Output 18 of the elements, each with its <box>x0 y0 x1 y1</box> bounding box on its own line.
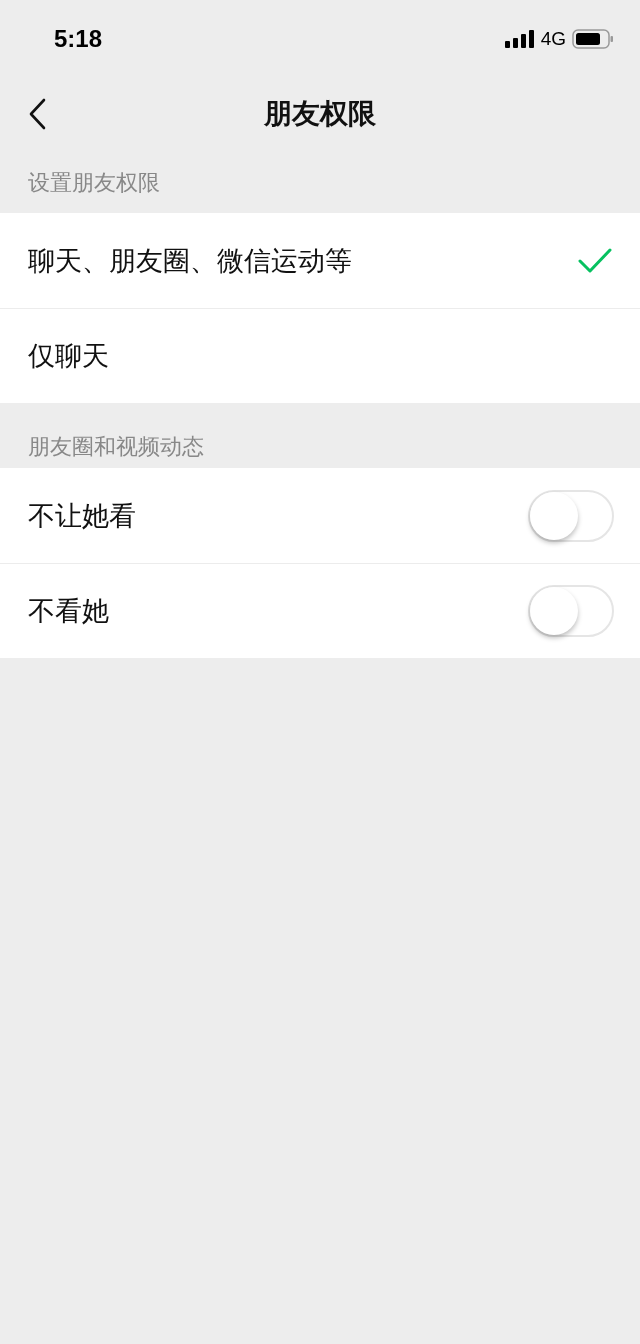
list-item[interactable]: 不看她 <box>0 563 640 658</box>
item-label: 不让她看 <box>28 498 136 533</box>
list-item[interactable]: 仅聊天 <box>0 308 640 403</box>
section-header: 设置朋友权限 <box>28 168 160 197</box>
list-item[interactable]: 不让她看 <box>0 468 640 563</box>
section-header: 朋友圈和视频动态 <box>28 432 204 461</box>
page-title: 朋友权限 <box>264 96 376 132</box>
status-time: 5:18 <box>54 25 103 53</box>
toggle-switch[interactable] <box>528 489 614 542</box>
battery-icon <box>572 29 614 49</box>
item-label: 不看她 <box>28 594 109 628</box>
item-label: 仅聊天 <box>28 339 109 373</box>
list-item[interactable]: 聊天、朋友圈、微信运动等 <box>0 213 640 308</box>
back-chevron-icon <box>28 98 46 130</box>
item-label: 聊天、朋友圈、微信运动等 <box>28 243 352 278</box>
toggle-switch[interactable] <box>528 585 614 637</box>
signal-icon <box>504 30 535 48</box>
network-type: 4G <box>540 28 566 50</box>
